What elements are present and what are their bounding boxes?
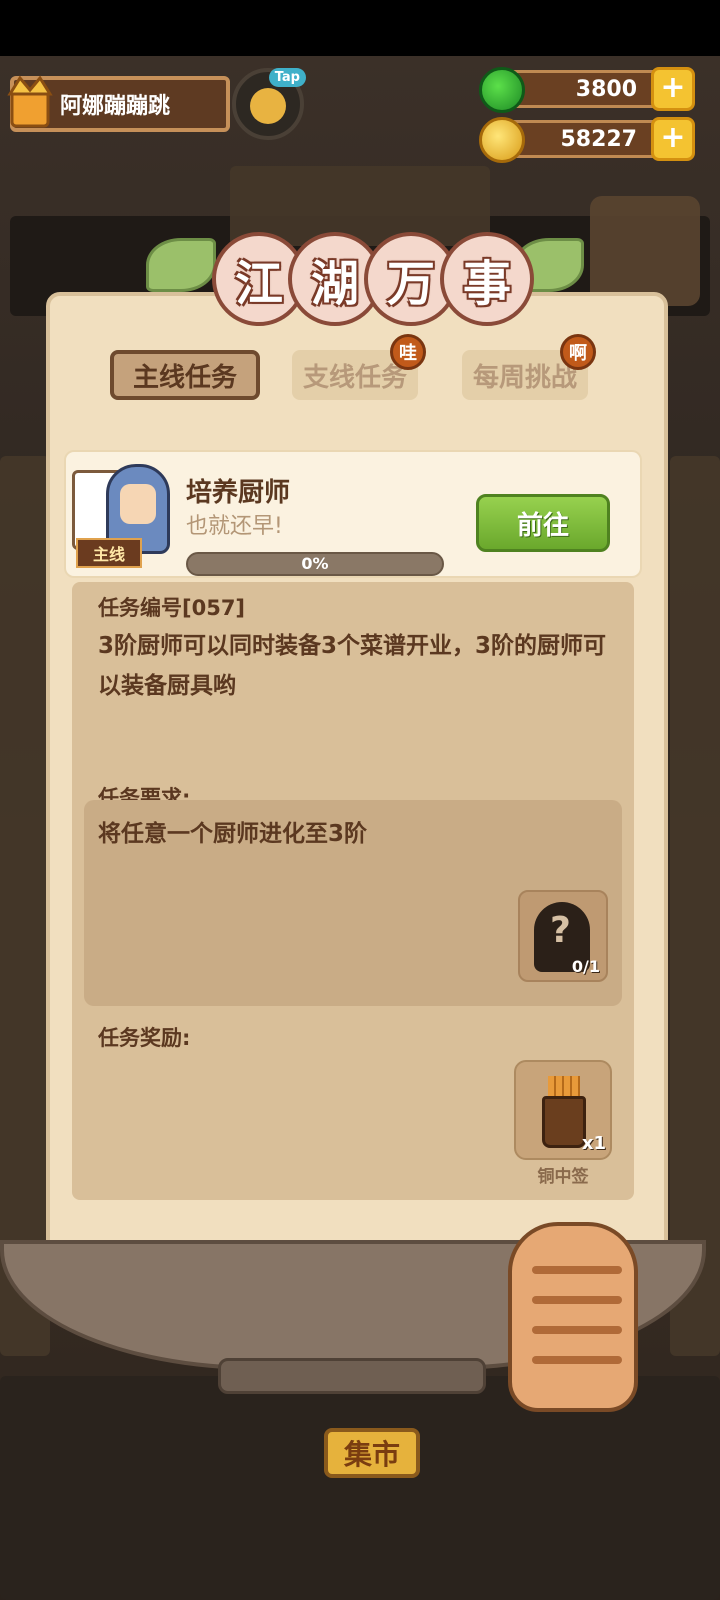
task-id: 任务编号[057] [98,596,246,620]
add-jade-button[interactable]: + [651,67,695,111]
requirement-slot[interactable]: ? 0/1 [518,890,608,982]
task-title: 培养厨师 [186,478,291,508]
reward-label: 任务奖励: [98,1026,191,1050]
task-description: 3阶厨师可以同时装备3个菜谱开业，3阶的厨师可以装备厨具哟 [98,633,607,699]
go-button[interactable]: 前往 [476,494,610,552]
coin-currency: 58227 + [479,117,695,163]
tab-side-quest[interactable]: 支线任务 哇 [292,334,426,400]
stick-tube-icon [542,1096,586,1148]
reward-count: x1 [581,1133,606,1154]
task-progress-bar: 0% [186,552,444,576]
question-mark-icon: ? [550,910,571,951]
main-quest-tag: 主线 [76,538,142,568]
tab-badge: 哇 [390,334,426,370]
tab-main-quest[interactable]: 主线任务 [110,350,260,400]
status-bar [0,0,720,56]
smiley-icon [250,88,286,124]
task-subtitle: 也就还早! [186,514,283,539]
panel-title: 江 湖 万 事 [146,230,584,330]
chef-face [120,484,156,524]
player-rank-icon [7,75,53,128]
title-char: 事 [440,232,534,326]
reward-name: 铜中签 [537,1167,589,1187]
tap-button[interactable]: Tap [232,68,306,140]
market-label: 集市 [343,1438,400,1471]
add-coins-button[interactable]: + [651,117,695,161]
chef-avatar: 主线 [72,464,172,568]
go-button-label: 前往 [516,510,569,541]
leaf-decoration-icon [146,238,216,292]
tab-label: 每周挑战 [472,362,577,393]
cat-mascot [508,1222,638,1412]
requirement-count: 0/1 [571,957,600,976]
tap-label: Tap [268,68,306,87]
progress-label: 0% [301,554,329,573]
coin-amount: 58227 [560,126,637,152]
coin-icon [479,117,525,163]
reward-slot[interactable]: x1 [514,1060,612,1160]
player-name: 阿娜蹦蹦跳 [60,94,171,119]
jade-amount: 3800 [575,76,637,102]
tab-label: 主线任务 [132,362,237,393]
tab-label: 支线任务 [302,362,407,393]
requirement-text: 将任意一个厨师进化至3阶 [98,821,368,847]
market-sign[interactable]: 集市 [324,1428,420,1478]
tab-badge: 啊 [560,334,596,370]
jade-currency: 3800 + [479,67,695,113]
bowl-base [218,1358,486,1394]
jade-icon [479,67,525,113]
tab-weekly-challenge[interactable]: 每周挑战 啊 [462,334,596,400]
